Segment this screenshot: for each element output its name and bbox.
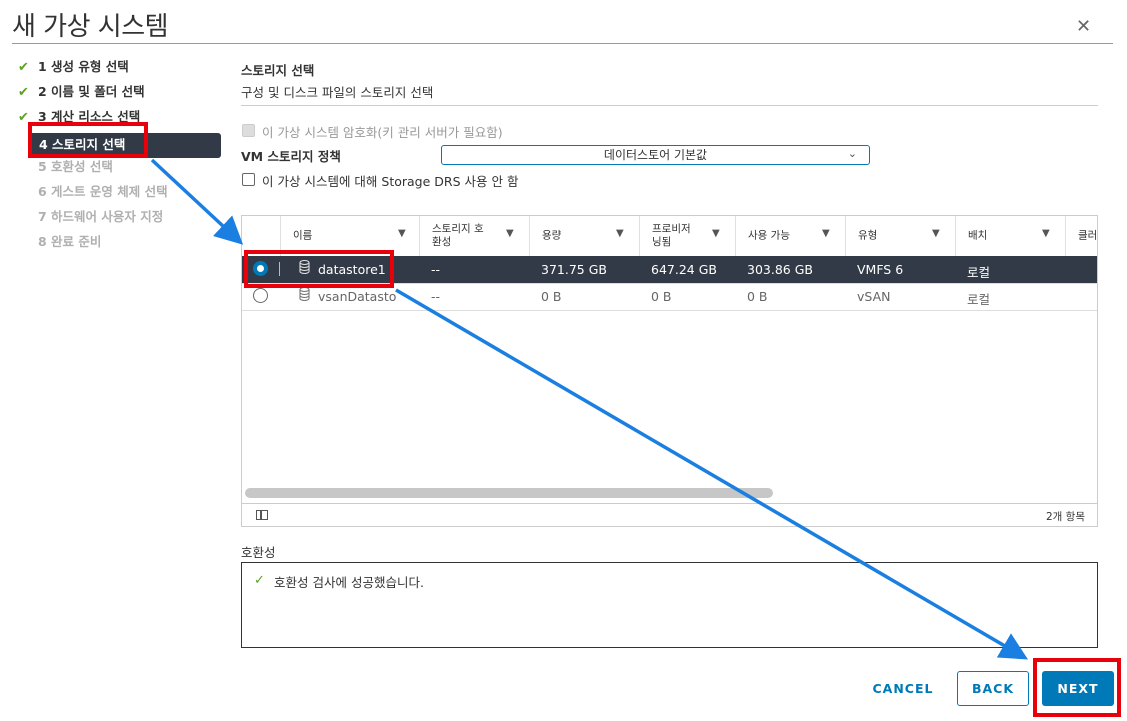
next-button[interactable]: NEXT [1042, 671, 1114, 706]
wizard-steps: ✔ 1 생성 유형 선택 ✔ 2 이름 및 폴더 선택 ✔ 3 계산 리소스 선… [18, 58, 223, 258]
cell-free: 0 B [747, 289, 768, 304]
section-divider [241, 105, 1098, 106]
back-button[interactable]: BACK [957, 671, 1029, 706]
step-label: 3 계산 리소스 선택 [38, 109, 141, 124]
policy-value: 데이터스토어 기본값 [603, 148, 708, 162]
header-type[interactable]: 유형 ▼ [845, 216, 955, 256]
step-label: 2 이름 및 폴더 선택 [38, 84, 145, 99]
cell-capacity: 0 B [541, 289, 562, 304]
step-5: 5 호환성 선택 [18, 158, 223, 183]
cell-name: datastore1 [318, 262, 386, 277]
table-row[interactable]: vsanDatasto -- 0 B 0 B 0 B vSAN 로컬 [242, 283, 1097, 311]
item-count: 2개 항목 [1046, 511, 1085, 523]
step-7: 7 하드웨어 사용자 지정 [18, 208, 223, 233]
compatibility-panel: ✓ 호환성 검사에 성공했습니다. [241, 562, 1098, 648]
cell-name: vsanDatasto [318, 289, 397, 304]
storage-policy-select[interactable]: 데이터스토어 기본값 ⌄ [441, 145, 870, 165]
header-provisioned[interactable]: 프로비저 닝됨 ▼ [639, 216, 735, 256]
step-label: 6 게스트 운영 체제 선택 [38, 184, 168, 199]
cell-placement: 로컬 [967, 292, 991, 307]
filter-icon[interactable]: ▼ [616, 228, 624, 239]
header-placement[interactable]: 배치 ▼ [955, 216, 1065, 256]
datastore-icon [299, 260, 310, 274]
section-subtitle: 구성 및 디스크 파일의 스토리지 선택 [241, 85, 434, 100]
cell-compat: -- [431, 289, 441, 304]
header-free[interactable]: 사용 가능 ▼ [735, 216, 845, 256]
step-8: 8 완료 준비 [18, 233, 223, 258]
step-1[interactable]: ✔ 1 생성 유형 선택 [18, 58, 223, 83]
step-label: 7 하드웨어 사용자 지정 [38, 209, 164, 224]
datastore-icon [299, 287, 310, 301]
cell-type: VMFS 6 [857, 262, 904, 277]
filter-icon[interactable]: ▼ [932, 228, 940, 239]
header-label: 유형 [858, 229, 878, 242]
table-row[interactable]: datastore1 -- 371.75 GB 647.24 GB 303.86… [242, 256, 1097, 284]
header-name[interactable]: 이름 ▼ [280, 216, 419, 256]
filter-icon[interactable]: ▼ [506, 228, 514, 239]
chevron-down-icon: ⌄ [847, 147, 857, 160]
close-icon[interactable]: ✕ [1076, 16, 1091, 37]
filter-icon[interactable]: ▼ [398, 228, 406, 239]
header-line: 닝됨 [652, 236, 672, 248]
step-6: 6 게스트 운영 체제 선택 [18, 183, 223, 208]
compatibility-message: 호환성 검사에 성공했습니다. [274, 575, 424, 590]
grid-footer: 2개 항목 [242, 503, 1097, 526]
check-icon: ✔ [18, 110, 29, 125]
cell-provisioned: 0 B [651, 289, 672, 304]
step-label: 5 호환성 선택 [38, 159, 113, 174]
policy-label: VM 스토리지 정책 [241, 149, 341, 164]
header-label: 이름 [293, 229, 313, 242]
drs-checkbox[interactable] [242, 173, 255, 186]
column-toggle-icon[interactable] [256, 510, 268, 520]
row-divider [279, 262, 280, 276]
header-line: 프로비저 [652, 223, 691, 235]
step-label: 4 스토리지 선택 [39, 137, 126, 152]
title-divider [12, 43, 1113, 44]
cell-compat: -- [431, 262, 441, 277]
step-3[interactable]: ✔ 3 계산 리소스 선택 [18, 108, 223, 133]
cell-type: vSAN [857, 289, 891, 304]
header-compat[interactable]: 스토리지 호 환성 ▼ [419, 216, 529, 256]
header-label: 배치 [968, 229, 988, 242]
filter-icon[interactable]: ▼ [822, 228, 830, 239]
filter-icon[interactable]: ▼ [1042, 228, 1050, 239]
step-4-active[interactable]: 4 스토리지 선택 [28, 133, 221, 158]
check-icon: ✔ [18, 85, 29, 100]
cancel-button[interactable]: CANCEL [862, 672, 944, 706]
compatibility-label: 호환성 [241, 545, 276, 560]
horizontal-scrollbar[interactable] [245, 488, 773, 498]
grid-header: 이름 ▼ 스토리지 호 환성 ▼ 용량 ▼ 프로비저 닝됨 ▼ 사용 가능 ▼ 유형… [242, 216, 1097, 257]
header-capacity[interactable]: 용량 ▼ [529, 216, 639, 256]
row-radio[interactable] [253, 288, 268, 303]
step-label: 8 완료 준비 [38, 234, 102, 249]
check-icon: ✔ [18, 60, 29, 75]
row-radio[interactable] [253, 261, 268, 276]
cell-capacity: 371.75 GB [541, 262, 607, 277]
header-label: 클러 [1078, 229, 1098, 242]
header-line: 스토리지 호 [432, 223, 484, 235]
check-icon: ✓ [254, 573, 265, 588]
header-label: 프로비저 닝됨 [652, 223, 691, 249]
header-cluster[interactable]: 클러 [1065, 216, 1098, 256]
drs-label: 이 가상 시스템에 대해 Storage DRS 사용 안 함 [262, 174, 519, 189]
cell-free: 303.86 GB [747, 262, 813, 277]
step-label: 1 생성 유형 선택 [38, 59, 129, 74]
header-line: 환성 [432, 236, 452, 248]
encrypt-label: 이 가상 시스템 암호화(키 관리 서버가 필요함) [262, 125, 503, 140]
datastore-grid: 이름 ▼ 스토리지 호 환성 ▼ 용량 ▼ 프로비저 닝됨 ▼ 사용 가능 ▼ 유형… [241, 215, 1098, 527]
header-label: 용량 [542, 229, 562, 242]
header-label: 스토리지 호 환성 [432, 223, 484, 249]
section-title: 스토리지 선택 [241, 63, 315, 78]
cell-provisioned: 647.24 GB [651, 262, 717, 277]
header-select [242, 216, 280, 256]
header-label: 사용 가능 [748, 229, 790, 242]
step-2[interactable]: ✔ 2 이름 및 폴더 선택 [18, 83, 223, 108]
cell-placement: 로컬 [967, 265, 991, 280]
filter-icon[interactable]: ▼ [712, 228, 720, 239]
encrypt-checkbox[interactable] [242, 124, 255, 137]
dialog-title: 새 가상 시스템 [12, 12, 169, 42]
